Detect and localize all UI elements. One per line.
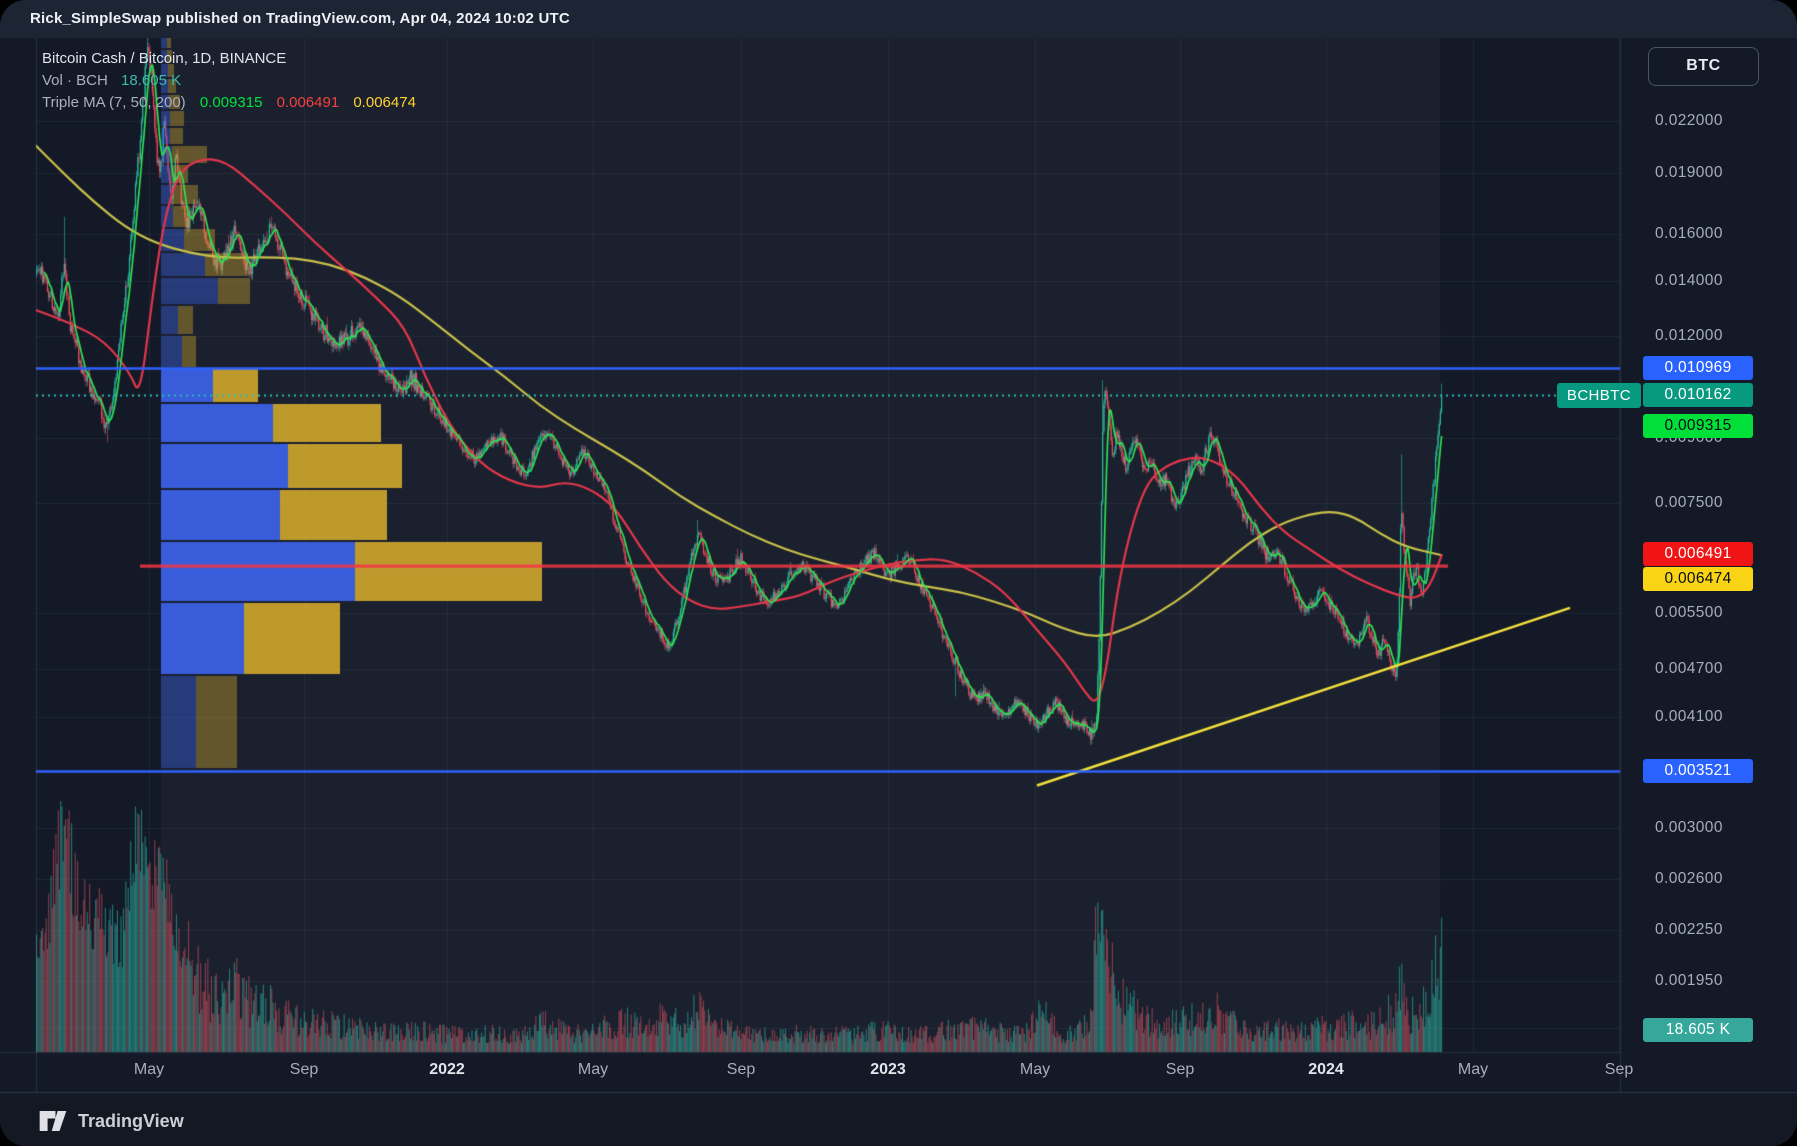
ma7-price-badge: 0.009315 [1643,414,1753,439]
price-axis-label: 0.012000 [1655,327,1723,345]
volume-badge: 18.605 K [1643,1018,1753,1042]
time-axis-label: 2024 [1308,1061,1344,1078]
price-axis-label: 0.004100 [1655,708,1723,726]
time-axis[interactable] [0,1052,1620,1092]
tradingview-chart-card: Rick_SimpleSwap published on TradingView… [0,0,1797,1146]
publish-banner: Rick_SimpleSwap published on TradingView… [0,0,1797,38]
symbol-price-label: BCHBTC [1556,382,1641,408]
publish-text: Rick_SimpleSwap published on TradingView… [30,10,570,27]
tradingview-logo-icon[interactable] [38,1108,68,1134]
ma50-value: 0.006491 [276,94,340,111]
price-axis-currency-button[interactable]: BTC [1648,47,1759,86]
time-axis-label: May [1457,1061,1489,1078]
last-price-badge: 0.010162 [1643,383,1753,408]
chart-legend: Bitcoin Cash / Bitcoin, 1D, BINANCE Vol … [42,48,416,114]
ma7-value: 0.009315 [199,94,263,111]
volume-indicator-value: 18.605 K [121,72,182,89]
time-axis-label: Sep [1604,1061,1634,1078]
tradingview-wordmark[interactable]: TradingView [78,1111,184,1132]
time-axis-label: May [1019,1061,1051,1078]
price-axis-label: 0.016000 [1655,225,1723,243]
ma200-price-badge: 0.006474 [1643,567,1753,591]
time-axis-label: 2023 [870,1061,906,1078]
ma200-value: 0.006474 [353,94,416,111]
triple-ma-label[interactable]: Triple MA (7, 50, 200) [42,94,186,111]
price-axis-label: 0.007500 [1655,494,1723,512]
price-axis-label: 0.005500 [1655,604,1723,622]
price-axis-label: 0.003000 [1655,819,1723,837]
time-axis-label: Sep [726,1061,756,1078]
price-axis-label: 0.002250 [1655,921,1723,939]
time-axis-label: May [133,1061,165,1078]
support-price-badge: 0.003521 [1643,759,1753,784]
footer-bar: TradingView [0,1096,1797,1146]
volume-indicator-label[interactable]: Vol · BCH [42,72,108,89]
price-axis-label: 0.001950 [1655,972,1723,990]
price-axis-label: 0.014000 [1655,272,1723,290]
symbol-title[interactable]: Bitcoin Cash / Bitcoin, 1D, BINANCE [42,50,286,67]
price-axis-label: 0.002600 [1655,870,1723,888]
price-axis-label: 0.022000 [1655,112,1723,129]
price-chart-canvas[interactable] [0,0,1797,1146]
price-axis-label: 0.004700 [1655,659,1723,677]
price-axis-label: 0.019000 [1655,164,1723,182]
time-axis-label: Sep [1165,1061,1195,1078]
time-axis-label: Sep [289,1061,319,1078]
time-axis-label: 2022 [429,1061,465,1078]
ma50-price-badge: 0.006491 [1643,542,1753,567]
resistance-price-badge: 0.010969 [1643,356,1753,381]
time-axis-label: May [577,1061,609,1078]
